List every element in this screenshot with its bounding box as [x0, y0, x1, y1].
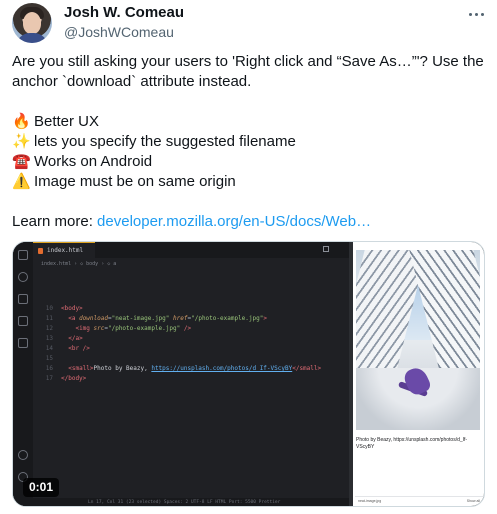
- more-icon: [334, 246, 340, 252]
- files-icon: [18, 250, 28, 260]
- editor-tab-bar: index.html: [33, 242, 349, 258]
- status-bar: Ln 17, Col 31 (23 selected) Spaces: 2 UT…: [33, 498, 349, 506]
- line-number: 13: [45, 335, 53, 342]
- line-number: 12: [45, 325, 53, 332]
- learn-more-link[interactable]: developer.mozilla.org/en-US/docs/Web…: [97, 213, 371, 230]
- bullet-item: ✨ lets you specify the suggested filename: [12, 132, 296, 152]
- avatar[interactable]: [12, 3, 52, 43]
- code-text: </body>: [61, 375, 87, 382]
- editor-actions: [323, 246, 343, 254]
- run-debug-icon: [18, 316, 28, 326]
- code-text: <img src="/photo-example.jpg" />: [75, 325, 192, 332]
- line-number: 17: [45, 375, 53, 382]
- video-duration-badge: 0:01: [23, 478, 60, 497]
- line-number: 14: [45, 345, 53, 352]
- code-text: <a download="neat-image.jpg" href="/phot…: [68, 315, 267, 322]
- code-text: <small>Photo by Beazy, https://unsplash.…: [68, 365, 322, 372]
- learn-more: Learn more: developer.mozilla.org/en-US/…: [12, 212, 371, 232]
- tweet-text-line-2: anchor `download` attribute instead.: [12, 73, 252, 90]
- more-options-icon[interactable]: [465, 6, 487, 22]
- preview-photo: [356, 250, 480, 430]
- code-text: </a>: [68, 335, 83, 342]
- tweet-text-line-1: Are you still asking your users to 'Righ…: [12, 53, 484, 70]
- author-name[interactable]: Josh W. Comeau: [64, 4, 184, 21]
- bullet-item: 🔥 Better UX: [12, 112, 99, 132]
- download-bar: neat-image.jpg Show all: [355, 496, 484, 506]
- line-number: 10: [45, 305, 53, 312]
- bullet-item: ☎️ Works on Android: [12, 152, 152, 172]
- fire-icon: 🔥: [12, 113, 31, 130]
- author-handle[interactable]: @JoshWComeau: [64, 24, 174, 40]
- line-number: 15: [45, 355, 53, 362]
- tab-index-html: index.html: [33, 242, 95, 258]
- split-editor-icon: [323, 246, 329, 252]
- bullet-text: Works on Android: [34, 153, 153, 170]
- tweet: Josh W. Comeau @JoshWComeau Are you stil…: [0, 0, 497, 514]
- extensions-icon: [18, 338, 28, 348]
- download-filename: neat-image.jpg: [358, 499, 382, 503]
- bullet-text: Image must be on same origin: [34, 173, 236, 190]
- code-editor: index.html index.html › ◇ body › ◇ a 10 <…: [13, 242, 349, 506]
- code-text: <br />: [68, 345, 90, 352]
- browser-preview: Photo by Beazy, https://unsplash.com/pho…: [353, 242, 484, 506]
- telephone-icon: ☎️: [12, 153, 31, 170]
- line-number: 11: [45, 315, 53, 322]
- bullet-text: Better UX: [34, 113, 100, 130]
- bullet-text: lets you specify the suggested filename: [34, 133, 296, 150]
- code-text: <body>: [61, 305, 83, 312]
- photo-caption: Photo by Beazy, https://unsplash.com/pho…: [356, 437, 468, 450]
- bullet-item: ⚠️ Image must be on same origin: [12, 172, 236, 192]
- breadcrumb: index.html › ◇ body › ◇ a: [41, 261, 117, 267]
- search-icon: [18, 272, 28, 282]
- sparkles-icon: ✨: [12, 133, 31, 150]
- activity-bar: [13, 242, 33, 506]
- warning-icon: ⚠️: [12, 173, 31, 190]
- line-number: 16: [45, 365, 53, 372]
- account-icon: [18, 450, 28, 460]
- video-player[interactable]: index.html index.html › ◇ body › ◇ a 10 <…: [12, 241, 485, 507]
- show-all-label: Show all: [466, 499, 480, 503]
- learn-more-label: Learn more:: [12, 213, 98, 230]
- source-control-icon: [18, 294, 28, 304]
